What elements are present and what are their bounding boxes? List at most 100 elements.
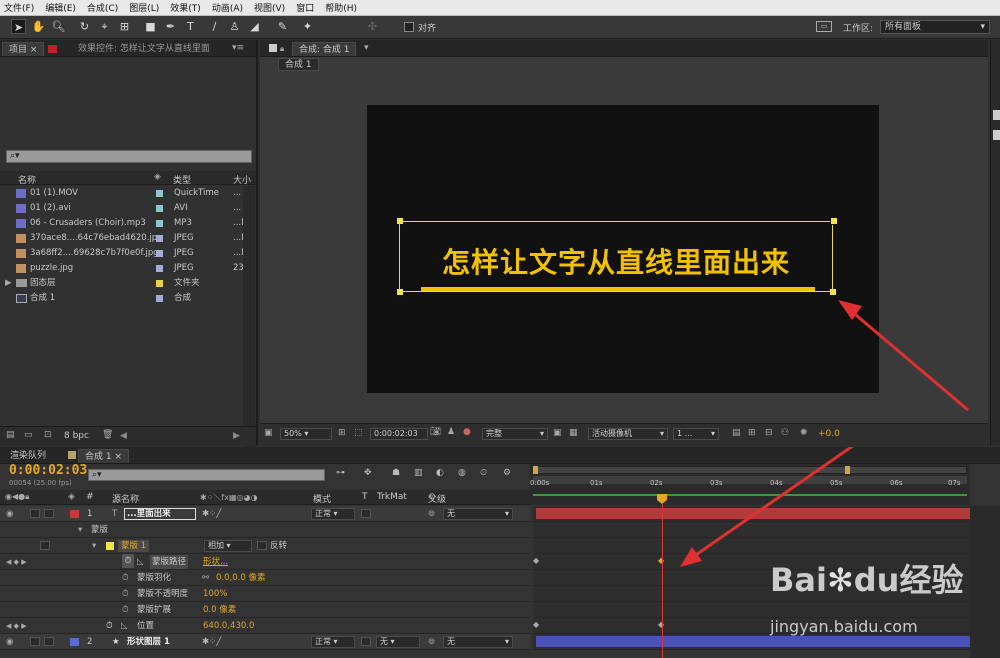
menu-bar: 文件(F) 编辑(E) 合成(C) 图层(L) 效果(T) 动画(A) 视图(V… — [0, 0, 1000, 16]
column-type[interactable]: 类型 — [173, 173, 191, 186]
project-tabbar: 项目 × 效果控件: 怎样让文字从直线里面 ▾≡ — [0, 40, 256, 57]
fast-preview-icon[interactable]: ⊞ — [748, 428, 756, 438]
panel-menu-icon[interactable]: ▾≡ — [232, 43, 244, 53]
project-footer: ▤ ▭ ⊡ 8 bpc 🗑︎ ◀ ▶ — [0, 426, 256, 445]
eraser-tool-icon[interactable]: ◢ — [247, 19, 262, 34]
timecode-display[interactable]: 0:00:02:03 — [370, 428, 428, 440]
project-item-list: 01 (1).MOV QuickTime ... 01 (2).avi AVI … — [0, 186, 256, 306]
rectangle-tool-icon[interactable]: ■ — [143, 19, 158, 34]
list-item[interactable]: 合成 1 合成 — [0, 291, 256, 306]
menu-edit[interactable]: 编辑(E) — [45, 1, 76, 14]
label-swatch[interactable] — [156, 220, 163, 227]
selection-tool-icon[interactable]: ➤ — [11, 19, 26, 34]
project-panel: 项目 × 效果控件: 怎样让文字从直线里面 ▾≡ ⌕▾ 名称 ◈ 类型 大小 0… — [0, 40, 258, 450]
menu-view[interactable]: 视图(V) — [254, 1, 285, 14]
menu-layer[interactable]: 图层(L) — [129, 1, 159, 14]
audio-panel-icon[interactable] — [993, 130, 1000, 140]
tab-project[interactable]: 项目 × — [2, 42, 45, 56]
chevron-down-icon: ▾ — [980, 22, 985, 32]
tab-effect-controls[interactable]: 效果控件: 怎样让文字从直线里面 — [72, 42, 216, 56]
trash-icon[interactable]: 🗑︎ — [102, 430, 113, 440]
list-item[interactable]: 01 (2).avi AVI ... — [0, 201, 256, 216]
composition-panel: 🔒︎ 合成: 合成 1 ▾ 合成 1 怎样让文字从直线里面出来 ▣ 50% ▾ … — [260, 40, 988, 445]
label-tag-icon[interactable]: ◈ — [154, 172, 161, 182]
menu-animation[interactable]: 动画(A) — [212, 1, 243, 14]
folder-icon — [16, 279, 27, 287]
timeline-icon[interactable]: ⊟ — [765, 428, 773, 438]
label-swatch[interactable] — [156, 250, 163, 257]
list-item[interactable]: puzzle.jpg JPEG 23 — [0, 261, 256, 276]
always-preview-icon[interactable]: ▣ — [264, 428, 273, 438]
project-columns-header: 名称 ◈ 类型 大小 — [0, 171, 256, 186]
viewer-controls: ▣ 50% ▾ ⊞ ⬚ 0:00:02:03 📷︎ ♟ ● 完整 ▾ ▣ ▦ 活动… — [260, 423, 988, 445]
fit-icon[interactable]: ⊞ — [338, 428, 346, 438]
menu-effect[interactable]: 效果(T) — [170, 1, 201, 14]
label-swatch[interactable] — [156, 295, 163, 302]
pen-tool-icon[interactable]: ✒ — [163, 19, 178, 34]
toolbar: ➤ ✋ 🔍︎ ↻ ⌖ ⊞ ■ ✒ T / ♙ ◢ ✎ ✦ ✣ 对齐 ▭ 工作区:… — [0, 16, 1000, 39]
puppet-tool-icon[interactable]: ✦ — [300, 19, 315, 34]
brush-tool-icon[interactable]: / — [207, 19, 222, 34]
audio-file-icon — [16, 219, 26, 228]
camera-select[interactable]: 活动摄像机 ▾ — [588, 428, 668, 440]
workspace-value: 所有面板 — [885, 22, 922, 32]
transparency-grid-icon[interactable]: ▦ — [569, 428, 578, 438]
column-name[interactable]: 名称 — [18, 173, 36, 186]
list-item[interactable]: 3a68ff2....69628c7b7f0e0f.jpg JPEG ...M — [0, 246, 256, 261]
region-icon[interactable]: ⬚ — [354, 428, 363, 438]
project-search-input[interactable]: ⌕▾ — [6, 150, 252, 163]
snapshot-icon[interactable]: 📷︎ — [430, 427, 441, 437]
list-item[interactable]: ▶ 固态层 文件夹 — [0, 276, 256, 291]
effects-lock-icon — [48, 45, 57, 53]
workspace-select[interactable]: 所有面板 ▾ — [880, 20, 990, 34]
new-folder-icon[interactable]: ▭ — [24, 430, 33, 440]
label-swatch[interactable] — [156, 205, 163, 212]
list-item[interactable]: 370ace8....64c76ebad4620.jpg JPEG ...M — [0, 231, 256, 246]
timeline-panel: 渲染队列 合成 1 × 0:00:02:03 00054 (25.00 fps)… — [0, 447, 1000, 658]
rotate-tool-icon[interactable]: ↻ — [77, 19, 92, 34]
label-swatch[interactable] — [156, 265, 163, 272]
menu-file[interactable]: 文件(F) — [4, 1, 34, 14]
axis-mode-icon[interactable]: ✣ — [365, 19, 380, 34]
info-panel-icon[interactable] — [993, 110, 1000, 120]
bpc-label[interactable]: 8 bpc — [64, 431, 89, 441]
project-scrollbar[interactable] — [243, 186, 255, 450]
zoom-select[interactable]: 50% ▾ — [280, 428, 332, 440]
scroll-right-icon[interactable]: ▶ — [233, 431, 240, 441]
disclosure-triangle-icon[interactable]: ▶ — [5, 276, 12, 291]
grid-icon[interactable]: ▤ — [732, 428, 741, 438]
align-checkbox[interactable] — [404, 22, 414, 32]
label-swatch[interactable] — [156, 280, 163, 287]
clone-stamp-tool-icon[interactable]: ♙ — [227, 19, 242, 34]
exposure-value[interactable]: +0.0 — [818, 429, 840, 439]
hand-tool-icon[interactable]: ✋ — [31, 19, 46, 34]
flowchart-icon[interactable]: ⚇ — [781, 428, 789, 438]
resolution-select[interactable]: 完整 ▾ — [482, 428, 548, 440]
label-swatch[interactable] — [156, 235, 163, 242]
zoom-tool-icon[interactable]: 🔍︎ — [51, 19, 66, 34]
workspace-icon[interactable]: ▭ — [816, 21, 832, 32]
type-tool-icon[interactable]: T — [183, 19, 198, 34]
menu-composition[interactable]: 合成(C) — [87, 1, 118, 14]
label-swatch[interactable] — [156, 190, 163, 197]
right-panel-strip — [990, 40, 1000, 445]
new-composition-icon[interactable]: ⊡ — [44, 430, 52, 440]
pan-behind-tool-icon[interactable]: ⊞ — [117, 19, 132, 34]
image-file-icon — [16, 249, 26, 258]
list-item[interactable]: 06 - Crusaders (Choir).mp3 MP3 ...M — [0, 216, 256, 231]
menu-window[interactable]: 窗口 — [296, 1, 314, 14]
interpret-footage-icon[interactable]: ▤ — [6, 430, 15, 440]
list-item[interactable]: 01 (1).MOV QuickTime ... — [0, 186, 256, 201]
views-select[interactable]: 1 ... ▾ — [673, 428, 719, 440]
composition-icon — [16, 294, 27, 303]
scroll-left-icon[interactable]: ◀ — [120, 431, 127, 441]
show-snapshot-icon[interactable]: ♟ — [447, 427, 455, 437]
menu-help[interactable]: 帮助(H) — [325, 1, 357, 14]
camera-tool-icon[interactable]: ⌖ — [97, 19, 112, 34]
column-size[interactable]: 大小 — [233, 173, 251, 186]
roto-brush-tool-icon[interactable]: ✎ — [275, 19, 290, 34]
annotation-arrow-1 — [838, 300, 969, 412]
roi-icon[interactable]: ▣ — [553, 428, 562, 438]
exposure-icon[interactable]: ✺ — [800, 428, 808, 438]
channel-icon[interactable]: ● — [463, 427, 471, 437]
